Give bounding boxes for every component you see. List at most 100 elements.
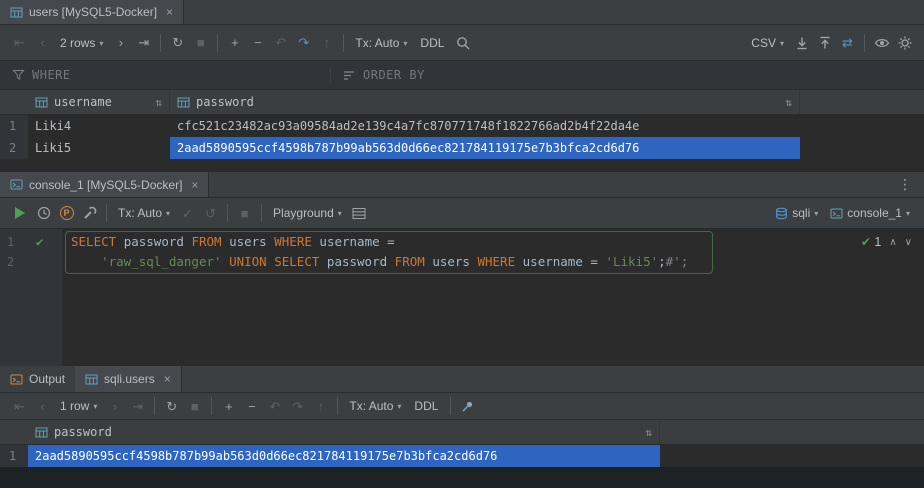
chevron-down-icon: ▾	[906, 209, 910, 218]
settings-gear-icon[interactable]	[893, 32, 916, 54]
cell-username[interactable]: Liki4	[28, 115, 170, 137]
reload-icon[interactable]: ↻	[160, 395, 183, 417]
previous-page-icon[interactable]: ‹	[31, 32, 54, 54]
revert-icon[interactable]: ↶	[263, 395, 286, 417]
row-number[interactable]: 1	[0, 445, 28, 467]
export-download-icon[interactable]	[790, 32, 813, 54]
view-options-eye-icon[interactable]	[870, 32, 893, 54]
tx-mode-selector[interactable]: Tx: Auto ▾	[349, 32, 413, 54]
tab-users-grid[interactable]: users [MySQL5-Docker] ×	[0, 0, 184, 24]
sort-icon[interactable]: ⇅	[785, 96, 792, 109]
sort-icon[interactable]: ⇅	[645, 426, 652, 439]
previous-result-icon[interactable]: ∧	[889, 237, 896, 248]
divider	[211, 397, 212, 415]
revert-icon[interactable]: ↶	[269, 32, 292, 54]
ddl-button[interactable]: DDL	[407, 399, 445, 413]
import-upload-icon[interactable]	[813, 32, 836, 54]
execution-count: 1	[874, 235, 881, 249]
line-number: 1	[7, 232, 14, 252]
last-page-icon[interactable]: ⇥	[132, 32, 155, 54]
stop-icon[interactable]: ■	[189, 32, 212, 54]
column-name: password	[196, 95, 254, 109]
parameters-letter: P	[60, 206, 74, 220]
first-page-icon[interactable]: ⇤	[8, 395, 31, 417]
in-editor-results-icon[interactable]	[348, 202, 371, 224]
console-session-selector[interactable]: console_1 ▾	[824, 202, 916, 224]
tab-result-sqli-users[interactable]: sqli.users ×	[75, 366, 182, 392]
grid-toolbar: ⇤ ‹ 2 rows ▾ › ⇥ ↻ ■ + − ↶ ↷ ↑ Tx: Auto …	[0, 25, 924, 61]
cell-username[interactable]: Liki5	[28, 137, 170, 159]
cell-password[interactable]: cfc521c23482ac93a09584ad2e139c4a7fc87077…	[170, 115, 800, 137]
search-icon[interactable]	[451, 32, 474, 54]
order-by-filter[interactable]: ORDER BY	[331, 61, 437, 89]
divider	[864, 34, 865, 52]
tab-label: console_1 [MySQL5-Docker]	[29, 178, 182, 192]
where-filter[interactable]: WHERE	[0, 61, 330, 89]
query-history-clock-icon[interactable]	[32, 202, 55, 224]
grid-corner	[0, 90, 28, 114]
output-console-icon	[10, 373, 23, 386]
submit-icon[interactable]: ↑	[309, 395, 332, 417]
table-row: 2 Liki5 2aad5890595ccf4598b787b99ab563d0…	[0, 137, 924, 159]
column-name: password	[54, 425, 112, 439]
stop-icon[interactable]: ■	[233, 202, 256, 224]
sql-editor[interactable]: 1 2 ✔ SELECT password FROM users WHERE u…	[0, 229, 924, 366]
row-number[interactable]: 2	[0, 137, 28, 159]
close-icon[interactable]: ×	[191, 179, 198, 191]
last-page-icon[interactable]: ⇥	[126, 395, 149, 417]
next-page-icon[interactable]: ›	[109, 32, 132, 54]
tx-mode-label: Tx: Auto	[355, 36, 399, 50]
row-number[interactable]: 1	[0, 115, 28, 137]
schema-label: sqli	[792, 206, 810, 220]
sort-icon[interactable]: ⇅	[155, 96, 162, 109]
close-icon[interactable]: ×	[166, 6, 173, 18]
pin-icon[interactable]	[456, 395, 479, 417]
rollback-icon[interactable]: ↺	[199, 202, 222, 224]
page-size-selector[interactable]: 2 rows ▾	[54, 32, 109, 54]
cell-password-selected[interactable]: 2aad5890595ccf4598b787b99ab563d0d66ec821…	[28, 445, 660, 467]
parameters-icon[interactable]: P	[55, 202, 78, 224]
sql-line-2[interactable]: 'raw_sql_danger' UNION SELECT password F…	[71, 252, 688, 272]
commit-check-icon[interactable]: ✓	[176, 202, 199, 224]
redo-icon[interactable]: ↷	[286, 395, 309, 417]
submit-icon[interactable]: ↑	[315, 32, 338, 54]
page-size-selector[interactable]: 1 row ▾	[54, 395, 103, 417]
column-header-password[interactable]: password ⇅	[28, 420, 660, 444]
delete-row-icon[interactable]: −	[240, 395, 263, 417]
tx-mode-selector[interactable]: Tx: Auto ▾	[343, 395, 407, 417]
stop-icon[interactable]: ■	[183, 395, 206, 417]
divider	[261, 204, 262, 222]
reload-icon[interactable]: ↻	[166, 32, 189, 54]
column-header-username[interactable]: username ⇅	[28, 90, 170, 114]
divider	[337, 397, 338, 415]
result-toolbar: ⇤ ‹ 1 row ▾ › ⇥ ↻ ■ + − ↶ ↷ ↑ Tx: Auto ▾…	[0, 393, 924, 420]
chevron-down-icon: ▾	[338, 209, 342, 218]
console-session-label: console_1	[847, 206, 902, 220]
bottom-empty-space	[0, 467, 924, 488]
playground-selector[interactable]: Playground ▾	[267, 202, 348, 224]
ddl-button[interactable]: DDL	[413, 36, 451, 50]
add-row-icon[interactable]: +	[217, 395, 240, 417]
close-icon[interactable]: ×	[164, 373, 171, 385]
schema-selector[interactable]: sqli ▾	[769, 202, 824, 224]
chevron-down-icon: ▾	[93, 402, 97, 411]
next-page-icon[interactable]: ›	[103, 395, 126, 417]
sql-line-1[interactable]: SELECT password FROM users WHERE usernam…	[71, 232, 395, 252]
tab-output[interactable]: Output	[0, 366, 75, 392]
run-play-icon[interactable]	[15, 207, 25, 219]
more-options-kebab-icon[interactable]: ⋮	[886, 176, 924, 193]
tx-mode-selector[interactable]: Tx: Auto ▾	[112, 202, 176, 224]
divider	[343, 34, 344, 52]
cell-password-selected[interactable]: 2aad5890595ccf4598b787b99ab563d0d66ec821…	[170, 137, 800, 159]
add-row-icon[interactable]: +	[223, 32, 246, 54]
redo-icon[interactable]: ↷	[292, 32, 315, 54]
next-result-icon[interactable]: ∨	[905, 237, 912, 248]
wrench-icon[interactable]	[78, 202, 101, 224]
first-page-icon[interactable]: ⇤	[8, 32, 31, 54]
delete-row-icon[interactable]: −	[246, 32, 269, 54]
tab-console-1[interactable]: console_1 [MySQL5-Docker] ×	[0, 172, 209, 197]
previous-page-icon[interactable]: ‹	[31, 395, 54, 417]
compare-icon[interactable]: ⇄	[836, 32, 859, 54]
column-header-password[interactable]: password ⇅	[170, 90, 800, 114]
export-format-selector[interactable]: CSV ▾	[745, 32, 790, 54]
